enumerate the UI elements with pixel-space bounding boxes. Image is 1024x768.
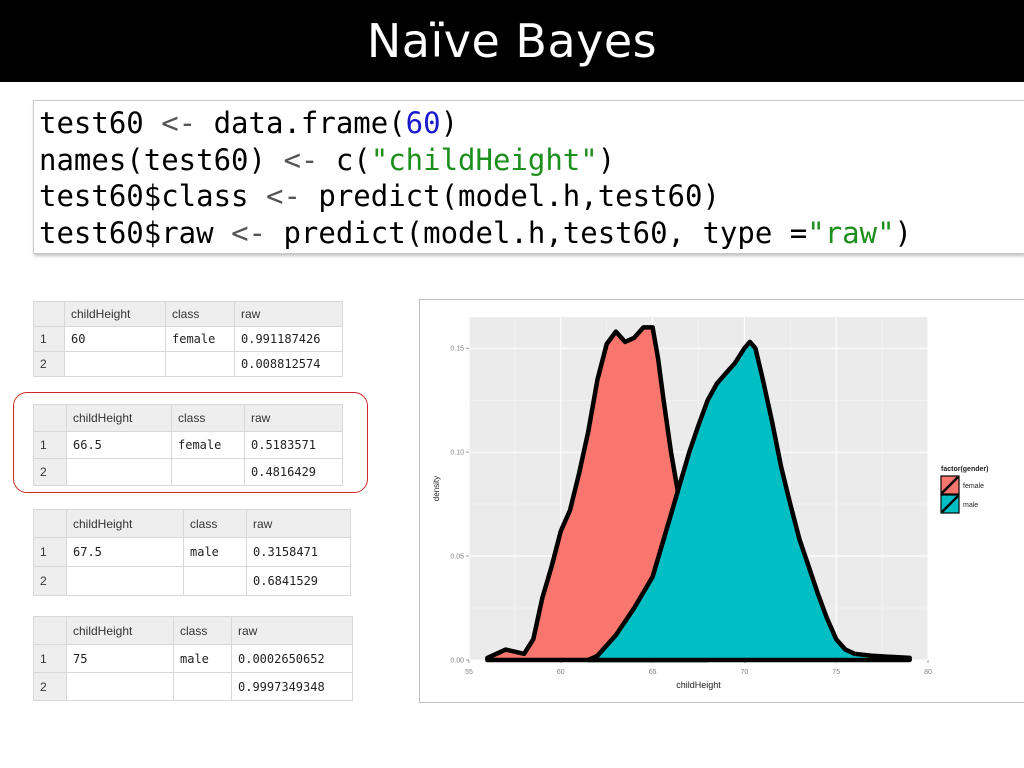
cell-childheight: 75 [66,644,174,673]
cell-childheight [66,672,174,701]
row-index: 1 [33,644,67,673]
cell-class [173,672,232,701]
cell-raw: 0.008812574 [234,351,343,377]
prediction-table-75: childHeight class raw 1 75 male 0.000265… [33,616,353,701]
table-header [33,301,65,327]
density-chart: 55 60 65 70 75 80 0.00 0.05 0.10 0.15 childHeight d… [432,317,988,690]
prediction-table-60: childHeight class raw 1 60 female 0.9911… [33,301,343,377]
cell-class: male [173,644,232,673]
code-token: 60 [405,106,441,140]
code-token: <- [161,106,197,140]
code-token: c( [318,142,371,177]
code-token: ) [597,142,616,177]
table-header [33,616,67,645]
code-token: ) [894,215,913,250]
code-block: test60 <- data.frame(60) names(test60) <… [33,100,1024,254]
cell-class [183,566,247,596]
table-header: raw [246,509,351,538]
x-tick-label: 75 [832,669,840,676]
code-token: predict(model.h,test60, type = [265,215,808,250]
table-header: class [165,301,235,327]
code-token: test60$raw [39,215,232,250]
table-header: class [183,509,247,538]
code-token: names(test60) [39,142,284,177]
row-index: 2 [33,672,67,701]
code-token: ) [440,106,459,140]
x-tick-label: 80 [924,669,932,676]
table-row: 2 0.6841529 [33,566,351,596]
cell-childheight: 60 [64,326,166,352]
code-line: names(test60) <- c("childHeight") [39,142,1024,179]
table-header: raw [234,301,343,327]
cell-raw: 0.9997349348 [231,672,353,701]
row-index: 2 [33,351,65,377]
row-index: 1 [33,326,65,352]
x-tick-label: 60 [557,669,565,676]
code-token: <- [231,215,266,250]
cell-raw: 0.3158471 [246,537,351,567]
y-tick-label: 0.00 [450,658,464,665]
cell-raw: 0.991187426 [234,326,343,352]
x-tick-label: 65 [649,669,657,676]
code-token: <- [265,179,301,213]
x-tick-label: 70 [741,669,749,676]
legend-title: factor(gender) [941,466,988,473]
cell-childheight [64,351,166,377]
cell-class: female [165,326,235,352]
code-line: test60 <- data.frame(60) [39,105,1024,142]
x-axis-title: childHeight [676,680,721,690]
row-index: 1 [33,537,67,567]
cell-raw: 0.0002650652 [231,644,353,673]
table-header: class [173,616,232,645]
code-line: test60$class <- predict(model.h,test60) [39,178,1024,215]
cell-childheight: 67.5 [66,537,184,567]
y-axis-title: density [432,476,441,501]
table-row: 2 0.008812574 [33,351,343,377]
table-header: childHeight [64,301,166,327]
cell-childheight [66,566,184,596]
legend-label-female: female [963,483,984,490]
slide-title: Naïve Bayes [366,14,658,68]
code-line: test60$raw <- predict(model.h,test60, ty… [39,215,1024,252]
cell-class [165,351,235,377]
code-token: <- [283,142,319,177]
x-tick-label: 55 [465,669,473,676]
cell-raw: 0.6841529 [246,566,351,596]
row-index: 2 [33,566,67,596]
y-tick-label: 0.05 [450,554,464,561]
density-chart-frame: 55 60 65 70 75 80 0.00 0.05 0.10 0.15 childHeight d… [419,299,1024,703]
highlight-outline [13,392,368,493]
table-header: raw [231,616,353,645]
table-header: childHeight [66,616,174,645]
table-row: 2 0.9997349348 [33,672,353,701]
table-header [33,509,67,538]
code-token: test60 [39,106,162,140]
table-row: 1 67.5 male 0.3158471 [33,537,351,567]
table-row: 1 75 male 0.0002650652 [33,644,353,673]
prediction-table-67-5: childHeight class raw 1 67.5 male 0.3158… [33,509,351,596]
table-row: 1 60 female 0.991187426 [33,326,343,352]
table-header: childHeight [66,509,184,538]
y-tick-label: 0.10 [450,450,464,457]
code-token: test60$class [39,179,266,213]
code-token: data.frame( [196,106,406,140]
code-token: predict(model.h,test60) [300,179,720,213]
title-bar: Naïve Bayes [0,0,1024,82]
code-token: "raw" [807,215,895,250]
code-token: "childHeight" [370,142,598,177]
y-tick-label: 0.15 [450,346,464,353]
cell-class: male [183,537,247,567]
legend-label-male: male [963,502,978,509]
